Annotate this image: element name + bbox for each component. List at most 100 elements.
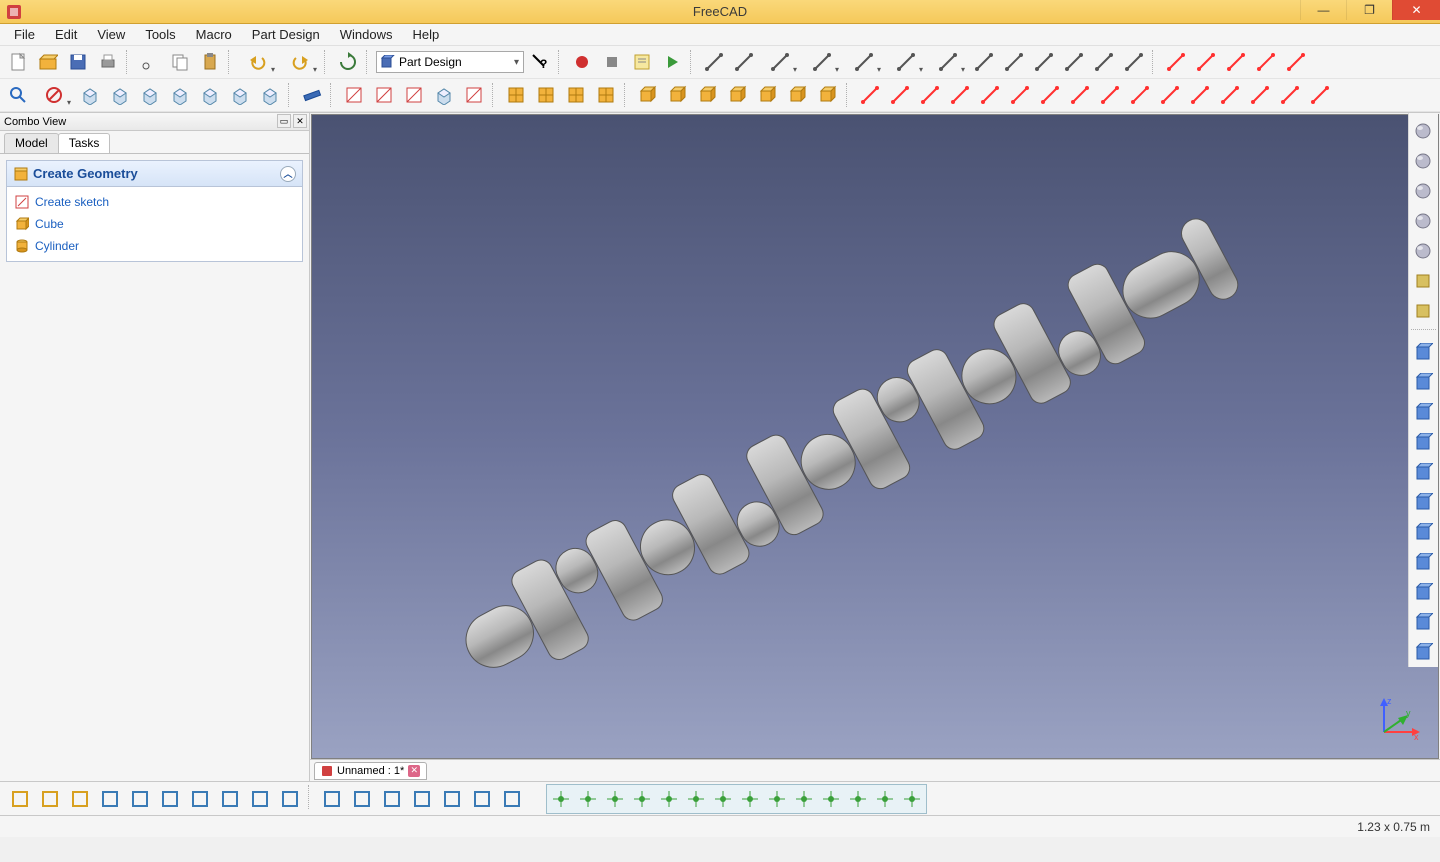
collapse-icon[interactable]: ︿ <box>280 166 296 182</box>
draft-up-button[interactable] <box>216 785 244 813</box>
draft-rotate-button[interactable] <box>156 785 184 813</box>
combo-undock-button[interactable]: ▭ <box>277 114 291 128</box>
snap-intersect-button[interactable] <box>656 786 682 812</box>
menu-tools[interactable]: Tools <box>135 25 185 44</box>
const-coincident-button[interactable] <box>856 81 884 109</box>
op-shell-button[interactable] <box>1409 639 1437 667</box>
const-angle-button[interactable] <box>1276 81 1304 109</box>
task-item-cylinder[interactable]: Cylinder <box>7 235 302 257</box>
sketch-slot-button[interactable] <box>970 48 998 76</box>
op-extrude-button[interactable] <box>1409 369 1437 397</box>
draft-extrude-button[interactable] <box>348 785 376 813</box>
op-mirror-button[interactable] <box>1409 429 1437 457</box>
appearance-gold-button[interactable] <box>1409 237 1437 265</box>
view-right-button[interactable] <box>166 81 194 109</box>
snap-endpoint-button[interactable] <box>710 786 736 812</box>
view-sketch-button[interactable] <box>430 81 458 109</box>
snap-center-button[interactable] <box>764 786 790 812</box>
snap-perp-button[interactable] <box>602 786 628 812</box>
const-symmetric-button[interactable] <box>1096 81 1124 109</box>
combo-tab-tasks[interactable]: Tasks <box>58 133 111 153</box>
snap-extension-button[interactable] <box>791 786 817 812</box>
const-lock-button[interactable] <box>1126 81 1154 109</box>
const-horizontal-button[interactable] <box>946 81 974 109</box>
op-loft-button[interactable] <box>1409 399 1437 427</box>
macro-record-button[interactable] <box>568 48 596 76</box>
close-button[interactable]: ✕ <box>1392 0 1440 20</box>
sketch-line-button[interactable] <box>730 48 758 76</box>
sketch-trim-button[interactable] <box>1030 48 1058 76</box>
paste-button[interactable] <box>196 48 224 76</box>
macro-run-button[interactable] <box>658 48 686 76</box>
fit-all-button[interactable] <box>4 81 32 109</box>
const-equal-button[interactable] <box>1066 81 1094 109</box>
appearance-ring-button[interactable] <box>1409 207 1437 235</box>
menu-part-design[interactable]: Part Design <box>242 25 330 44</box>
const-length-button[interactable] <box>1216 81 1244 109</box>
document-tab[interactable]: Unnamed : 1* ✕ <box>314 762 427 780</box>
const-vertical-button[interactable] <box>916 81 944 109</box>
draft-move-button[interactable] <box>126 785 154 813</box>
draft-box-button[interactable] <box>96 785 124 813</box>
copy-button[interactable] <box>166 48 194 76</box>
draft-scale-button[interactable] <box>438 785 466 813</box>
snap-near-button[interactable] <box>818 786 844 812</box>
snap-dimensions-button[interactable] <box>872 786 898 812</box>
undo-button[interactable] <box>238 48 278 76</box>
view-rear-button[interactable] <box>196 81 224 109</box>
measure-button[interactable] <box>298 81 326 109</box>
part-wedge-button[interactable] <box>814 81 842 109</box>
macro-edit-button[interactable] <box>628 48 656 76</box>
workbench-selector[interactable]: Part Design <box>376 51 524 73</box>
new-file-button[interactable] <box>4 48 32 76</box>
view-bottom-button[interactable] <box>226 81 254 109</box>
constr-vertical-button[interactable] <box>1192 48 1220 76</box>
constr-horizontal-button[interactable] <box>1222 48 1250 76</box>
cut-button[interactable] <box>136 48 164 76</box>
whats-this-button[interactable]: ? <box>526 48 554 76</box>
sketch-arc-button[interactable] <box>802 48 842 76</box>
const-vert-dist-button[interactable] <box>1186 81 1214 109</box>
draft-down-button[interactable] <box>246 785 274 813</box>
sketch-construction-button[interactable] <box>1060 48 1088 76</box>
view-top-button[interactable] <box>136 81 164 109</box>
draft-wire-button[interactable] <box>6 785 34 813</box>
print-button[interactable] <box>94 48 122 76</box>
3d-viewport[interactable]: z x y <box>311 114 1439 759</box>
menu-edit[interactable]: Edit <box>45 25 87 44</box>
sketch-circle-button[interactable] <box>844 48 884 76</box>
redo-button[interactable] <box>280 48 320 76</box>
snap-midpoint-button[interactable] <box>575 786 601 812</box>
map-sketch-button[interactable] <box>460 81 488 109</box>
show-constraints-button[interactable] <box>562 81 590 109</box>
open-file-button[interactable] <box>34 48 62 76</box>
appearance-grey-button[interactable] <box>1409 147 1437 175</box>
snap-parallel-button[interactable] <box>683 786 709 812</box>
snap-workingplane-button[interactable] <box>899 786 925 812</box>
import-sketch-button[interactable] <box>370 81 398 109</box>
show-layers-button[interactable] <box>532 81 560 109</box>
part-cone-button[interactable] <box>724 81 752 109</box>
const-snell-button[interactable] <box>1306 81 1334 109</box>
op-thickness-in-button[interactable] <box>1409 489 1437 517</box>
snap-grid-button[interactable] <box>629 786 655 812</box>
toggle-construction-button[interactable] <box>592 81 620 109</box>
task-item-cube[interactable]: Cube <box>7 213 302 235</box>
op-face-red-button[interactable] <box>1409 519 1437 547</box>
macro-stop-button[interactable] <box>598 48 626 76</box>
constr-perpendicular-button[interactable] <box>1282 48 1310 76</box>
bot-icon-button[interactable] <box>1409 297 1437 325</box>
save-file-button[interactable] <box>64 48 92 76</box>
minimize-button[interactable]: — <box>1300 0 1346 20</box>
part-prism-button[interactable] <box>784 81 812 109</box>
sketch-conic-button[interactable] <box>886 48 926 76</box>
draft-pointarray-button[interactable] <box>408 785 436 813</box>
task-header[interactable]: Create Geometry ︿ <box>7 161 302 187</box>
dim-vertical-button[interactable] <box>1409 267 1437 295</box>
draft-shapestring-button[interactable] <box>66 785 94 813</box>
menu-file[interactable]: File <box>4 25 45 44</box>
sketch-fillet-button[interactable] <box>1000 48 1028 76</box>
draft-grid-button[interactable] <box>276 785 304 813</box>
constr-point-button[interactable] <box>1162 48 1190 76</box>
sketch-extend-button[interactable] <box>1120 48 1148 76</box>
